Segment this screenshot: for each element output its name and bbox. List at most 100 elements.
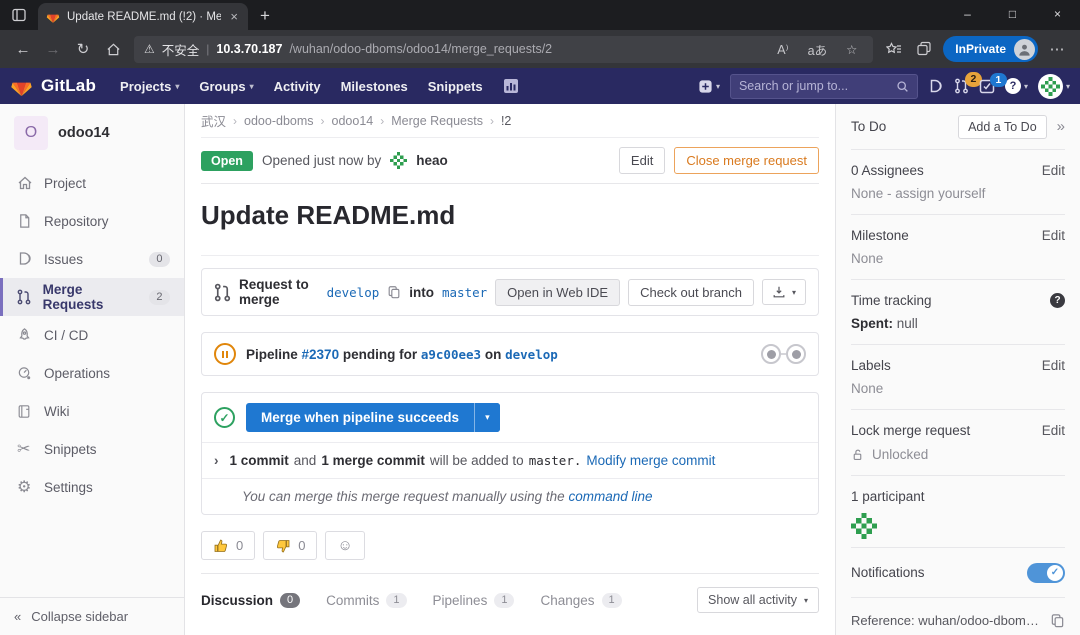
edit-lock-link[interactable]: Edit: [1042, 423, 1065, 438]
tab-pipelines[interactable]: Pipelines 1: [433, 593, 515, 608]
modify-merge-commit-link[interactable]: Modify merge commit: [586, 453, 715, 468]
issues-nav-icon[interactable]: [928, 79, 944, 94]
command-line-link[interactable]: command line: [568, 489, 652, 504]
collapse-sidebar-button[interactable]: « Collapse sidebar: [0, 597, 184, 635]
thumbs-up-button[interactable]: 0: [201, 531, 255, 560]
tab-close-icon[interactable]: ×: [228, 10, 240, 23]
nav-projects[interactable]: Projects▾: [110, 79, 189, 94]
breadcrumb-group[interactable]: 武汉: [201, 111, 226, 130]
add-favorite-icon[interactable]: ☆: [840, 42, 863, 57]
profile-avatar: [1014, 39, 1035, 60]
pipeline-id-link[interactable]: #2370: [302, 347, 340, 362]
breadcrumb-mr-id: !2: [501, 114, 511, 128]
read-aloud-icon[interactable]: A⁾: [771, 42, 794, 57]
todos-nav-icon[interactable]: 1: [979, 79, 995, 94]
pipeline-stage-icon[interactable]: [786, 344, 806, 364]
show-all-activity-button[interactable]: Show all activity ▾: [697, 587, 819, 613]
add-reaction-button[interactable]: ☺: [325, 531, 364, 560]
refresh-icon[interactable]: ↻: [68, 34, 98, 64]
pipeline-mini-graph: [761, 344, 806, 364]
copy-branch-icon[interactable]: [387, 285, 401, 299]
security-warning-icon: ⚠: [144, 42, 155, 56]
tab-changes[interactable]: Changes 1: [540, 593, 621, 608]
open-web-ide-button[interactable]: Open in Web IDE: [495, 279, 620, 306]
copy-reference-icon[interactable]: [1050, 613, 1065, 628]
nav-activity[interactable]: Activity: [264, 79, 331, 94]
assign-yourself-link[interactable]: assign yourself: [895, 186, 985, 201]
help-icon[interactable]: ?: [1050, 293, 1065, 308]
source-branch-link[interactable]: develop: [327, 285, 380, 300]
merge-when-pipeline-succeeds-button[interactable]: Merge when pipeline succeeds ▾: [246, 403, 500, 432]
edit-assignees-link[interactable]: Edit: [1042, 163, 1065, 178]
commit-sha-link[interactable]: a9c00ee3: [421, 347, 481, 362]
notifications-toggle[interactable]: ✓: [1027, 563, 1065, 583]
search-icon: [896, 80, 909, 93]
collapse-sidebar-icon[interactable]: »: [1057, 118, 1065, 135]
author-name[interactable]: heao: [416, 153, 448, 168]
project-context-header[interactable]: O odoo14: [0, 104, 184, 160]
minimize-button[interactable]: –: [945, 0, 990, 28]
check-out-branch-button[interactable]: Check out branch: [628, 279, 754, 306]
close-window-button[interactable]: ×: [1035, 0, 1080, 28]
sidebar-item-operations[interactable]: Operations: [0, 354, 184, 392]
security-warning-label[interactable]: 不安全: [162, 40, 200, 59]
user-menu-button[interactable]: ▾: [1038, 74, 1070, 99]
pipeline-branch-link[interactable]: develop: [505, 347, 558, 362]
pipeline-stage-icon[interactable]: [761, 344, 781, 364]
time-tracking-block: Time tracking ? Spent: null: [851, 280, 1065, 345]
expand-chevron-icon[interactable]: ›: [214, 453, 219, 468]
sidebar-item-wiki[interactable]: Wiki: [0, 392, 184, 430]
sidebar-item-snippets[interactable]: ✂ Snippets: [0, 430, 184, 468]
sidebar-item-project[interactable]: Project: [0, 164, 184, 202]
download-dropdown-button[interactable]: ▾: [762, 279, 806, 305]
window-controls: – □ ×: [945, 0, 1080, 28]
inprivate-badge[interactable]: InPrivate: [943, 36, 1038, 62]
nav-groups[interactable]: Groups▾: [189, 79, 263, 94]
tab-discussion[interactable]: Discussion 0: [201, 593, 300, 608]
edit-button[interactable]: Edit: [619, 147, 665, 174]
maximize-button[interactable]: □: [990, 0, 1035, 28]
help-menu-button[interactable]: ? ▾: [1005, 78, 1028, 94]
tab-commits[interactable]: Commits 1: [326, 593, 406, 608]
search-box[interactable]: [730, 74, 918, 99]
breadcrumb-subgroup[interactable]: odoo-dboms: [244, 114, 314, 128]
sidebar-item-cicd[interactable]: CI / CD: [0, 316, 184, 354]
assignees-block: 0 Assignees Edit None - assign yourself: [851, 150, 1065, 215]
collections-icon[interactable]: [909, 34, 939, 64]
search-input[interactable]: [739, 79, 890, 93]
pipeline-pending-icon[interactable]: [214, 343, 236, 365]
settings-menu-icon[interactable]: ⋯: [1042, 34, 1072, 64]
participants-block: 1 participant: [851, 476, 1065, 548]
browser-tab[interactable]: Update README.md (!2) · Merge ×: [38, 3, 248, 30]
favorites-icon[interactable]: [879, 34, 909, 64]
nav-milestones[interactable]: Milestones: [331, 79, 418, 94]
participant-avatar[interactable]: [851, 513, 877, 539]
new-tab-button[interactable]: +: [248, 6, 282, 30]
breadcrumb-merge-requests[interactable]: Merge Requests: [391, 114, 483, 128]
thumbs-down-button[interactable]: 0: [263, 531, 317, 560]
sidebar-item-issues[interactable]: Issues 0: [0, 240, 184, 278]
target-branch-link[interactable]: master: [442, 285, 487, 300]
home-icon[interactable]: [98, 34, 128, 64]
project-name: odoo14: [58, 125, 110, 141]
url-field[interactable]: ⚠ 不安全 | 10.3.70.187 /wuhan/odoo-dboms/od…: [134, 36, 873, 63]
translate-icon[interactable]: aあ: [802, 40, 833, 59]
stats-chart-icon[interactable]: [493, 78, 529, 94]
sidebar-item-settings[interactable]: ⚙ Settings: [0, 468, 184, 506]
edit-milestone-link[interactable]: Edit: [1042, 228, 1065, 243]
merge-requests-nav-icon[interactable]: 2: [954, 78, 969, 94]
add-todo-button[interactable]: Add a To Do: [958, 115, 1047, 139]
nav-snippets[interactable]: Snippets: [418, 79, 493, 94]
edit-labels-link[interactable]: Edit: [1042, 358, 1065, 373]
user-avatar: [1038, 74, 1063, 99]
breadcrumb-project[interactable]: odoo14: [332, 114, 374, 128]
sidebar-item-repository[interactable]: Repository: [0, 202, 184, 240]
gitlab-brand[interactable]: GitLab: [10, 75, 96, 98]
workspaces-icon[interactable]: [0, 0, 38, 30]
sidebar-item-merge-requests[interactable]: Merge Requests 2: [0, 278, 184, 316]
author-avatar: [390, 152, 407, 169]
close-merge-request-button[interactable]: Close merge request: [674, 147, 819, 174]
merge-options-caret[interactable]: ▾: [474, 403, 500, 432]
new-menu-button[interactable]: ▾: [698, 79, 720, 94]
back-icon[interactable]: ←: [8, 34, 38, 64]
